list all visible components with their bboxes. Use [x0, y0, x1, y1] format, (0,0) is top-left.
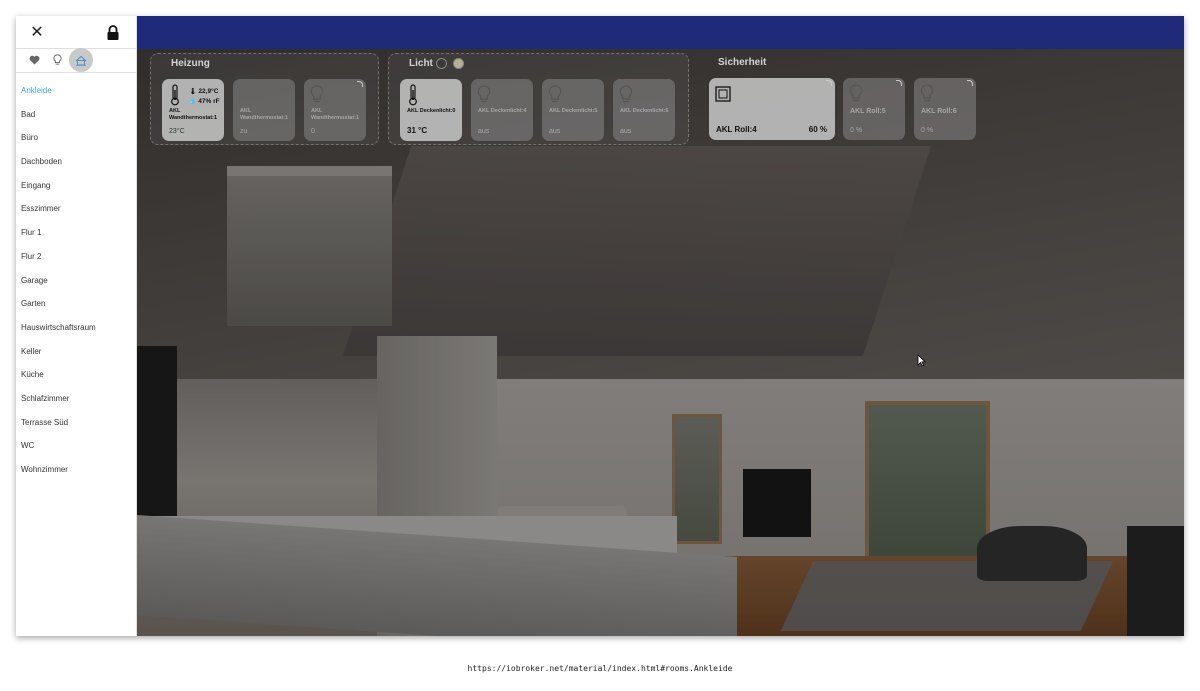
corner-icon	[967, 80, 973, 86]
window-blind-icon	[715, 86, 731, 102]
tile-value: 0	[311, 128, 315, 135]
heart-icon	[29, 55, 39, 65]
tab-favorites[interactable]	[23, 49, 45, 71]
room-item[interactable]: Keller	[16, 340, 136, 364]
group-title-sicherheit: Sicherheit	[718, 57, 767, 68]
room-item[interactable]: Esszimmer	[16, 197, 136, 221]
tile-light-4[interactable]: AKL Deckenlicht:4 aus	[471, 79, 533, 141]
tile-value: aus	[620, 128, 632, 135]
tile-thermostat-valve[interactable]: AKL Wandthermostat:1 zu	[233, 79, 295, 141]
tile-name: AKL Deckenlicht:0	[407, 108, 456, 114]
lightbulb-icon	[310, 85, 324, 103]
tile-value: zu	[240, 128, 248, 135]
close-icon[interactable]: ✕	[28, 24, 46, 42]
room-item[interactable]: Flur 1	[16, 221, 136, 245]
bulb-toggle-icon[interactable]	[436, 58, 447, 69]
tile-value: 60 %	[808, 125, 827, 134]
tile-value: 31 °C	[407, 126, 428, 135]
room-item[interactable]: Bad	[16, 103, 136, 127]
thermometer-icon	[409, 84, 417, 106]
lightbulb-icon	[619, 85, 633, 103]
tile-name: AKL Deckenlicht:4	[478, 108, 527, 114]
thermostat-humidity: 47% rF	[198, 98, 220, 105]
room-list: Ankleide Bad Büro Dachboden Eingang Esszimmer…	[16, 73, 136, 482]
room-item[interactable]: Eingang	[16, 174, 136, 198]
tile-light-0[interactable]: AKL Deckenlicht:0 31 °C	[400, 79, 462, 141]
tile-blind-4[interactable]: AKL Roll:4 60 %	[709, 78, 835, 140]
tile-name: AKL Deckenlicht:5	[549, 108, 598, 114]
thermostat-temperature: 22,9°C	[198, 88, 219, 95]
group-title-licht: Licht	[409, 58, 433, 69]
tile-name: AKL Roll:5	[850, 108, 886, 115]
tab-rooms[interactable]	[69, 48, 93, 72]
room-item[interactable]: Dachboden	[16, 150, 136, 174]
rooms-icon	[75, 55, 87, 66]
navigation-drawer: ✕ Ankleide Bad Büro Dachboden Eingang Es…	[16, 16, 137, 636]
tile-value: 0 %	[921, 127, 934, 134]
humidity-icon: 💧	[189, 99, 197, 105]
lightbulb-icon	[477, 85, 491, 103]
tab-functions[interactable]	[46, 49, 68, 71]
corner-icon	[357, 81, 363, 87]
room-item[interactable]: Garage	[16, 269, 136, 293]
tile-name: AKL Deckenlicht:6	[620, 108, 669, 114]
group-licht: Licht AKL Deckenlicht:0 31 °C AKL Decken…	[388, 53, 689, 145]
color-toggle-icon[interactable]	[453, 58, 464, 69]
tile-blind-5[interactable]: AKL Roll:5 0 %	[843, 78, 905, 140]
room-item[interactable]: Flur 2	[16, 245, 136, 269]
tile-name: AKL Roll:4	[716, 125, 757, 134]
lightbulb-icon	[920, 84, 934, 102]
group-title-heizung: Heizung	[171, 58, 210, 69]
room-item[interactable]: Schlafzimmer	[16, 387, 136, 411]
tile-blind-6[interactable]: AKL Roll:6 0 %	[914, 78, 976, 140]
drawer-tabs	[16, 48, 136, 73]
room-item[interactable]: Garten	[16, 292, 136, 316]
lightbulb-icon	[548, 85, 562, 103]
drawer-header: ✕	[16, 16, 136, 49]
tile-value: aus	[478, 128, 490, 135]
lightbulb-icon	[53, 54, 61, 65]
app-window: ✕ Ankleide Bad Büro Dachboden Eingang Es…	[16, 16, 1184, 636]
room-item[interactable]: Küche	[16, 363, 136, 387]
tile-thermostat-light[interactable]: AKL Wandthermostat:1 0	[304, 79, 366, 141]
temperature-icon: 🌡	[189, 89, 197, 95]
tile-thermostat[interactable]: 🌡 22,9°C 💧 47% rF AKL Wandthermostat:1 2…	[162, 79, 224, 141]
corner-icon	[896, 80, 902, 86]
mouse-cursor-icon	[917, 354, 926, 367]
group-sicherheit: Sicherheit AKL Roll:4 60 % AKL Roll:5 0 …	[698, 53, 988, 145]
room-item[interactable]: Büro	[16, 126, 136, 150]
group-heizung: Heizung 🌡 22,9°C 💧 47% rF AKL Wandthermo…	[150, 53, 379, 145]
lock-icon[interactable]	[106, 25, 120, 41]
tile-value: 23°C	[169, 128, 185, 135]
corner-icon	[826, 80, 832, 86]
room-item[interactable]: Terrasse Süd	[16, 411, 136, 435]
tile-name: AKL Roll:6	[921, 108, 957, 115]
tile-light-6[interactable]: AKL Deckenlicht:6 aus	[613, 79, 675, 141]
thermostat-readings: 🌡 22,9°C 💧 47% rF	[189, 87, 220, 107]
tile-value: aus	[549, 128, 561, 135]
top-app-bar	[137, 16, 1184, 49]
room-item[interactable]: Ankleide	[16, 79, 136, 103]
tile-name: AKL Wandthermostat:1	[240, 108, 289, 121]
lightbulb-icon	[849, 84, 863, 102]
tile-name: AKL Wandthermostat:1	[311, 108, 360, 121]
tile-value: 0 %	[850, 127, 863, 134]
room-item[interactable]: WC	[16, 434, 136, 458]
room-item[interactable]: Wohnzimmer	[16, 458, 136, 482]
thermometer-icon	[171, 84, 179, 106]
tile-name: AKL Wandthermostat:1	[169, 108, 218, 121]
tile-light-5[interactable]: AKL Deckenlicht:5 aus	[542, 79, 604, 141]
room-item[interactable]: Hauswirtschaftsraum	[16, 316, 136, 340]
url-status-text: https://iobroker.net/material/index.html…	[467, 664, 733, 673]
